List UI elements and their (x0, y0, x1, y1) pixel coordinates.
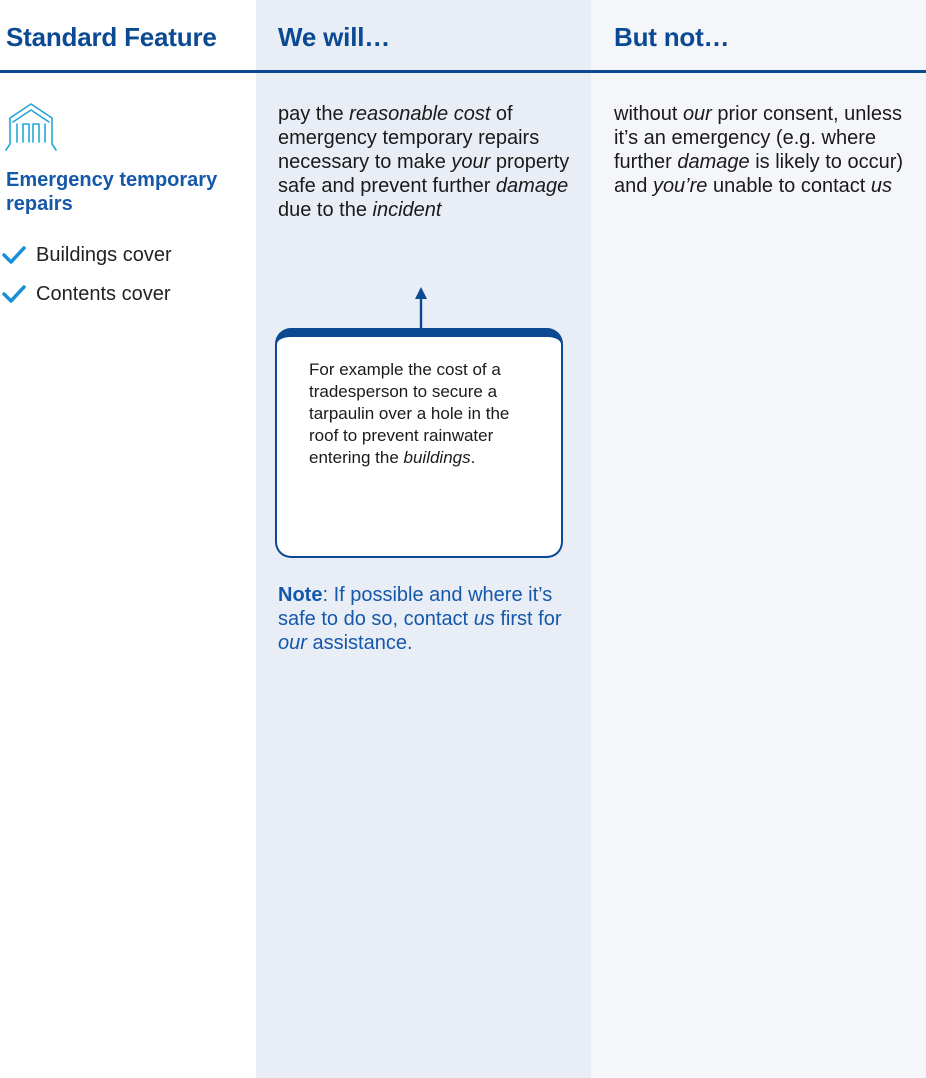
example-text: For example the cost of a tradesperson t… (309, 359, 539, 469)
check-icon (2, 246, 26, 264)
arrow-up-icon (415, 287, 427, 331)
emphasis-text: our (682, 103, 712, 125)
emphasis-text: buildings (403, 448, 471, 467)
note-label: Note (278, 584, 323, 606)
emphasis-text: you’re (652, 175, 708, 197)
text-segment: . (470, 448, 476, 467)
emphasis-text: incident (372, 199, 442, 221)
emphasis-text: us (870, 175, 892, 197)
we-will-text: pay the reasonable cost of emergency tem… (278, 102, 578, 222)
emphasis-text: damage (677, 151, 750, 173)
check-icon (2, 285, 26, 303)
header-standard-feature: Standard Feature (6, 22, 217, 52)
cover-label: Contents cover (36, 282, 171, 305)
header-divider (0, 70, 926, 73)
emphasis-text: our (278, 632, 307, 654)
header-but-not: But not… (614, 22, 730, 52)
emphasis-text: us (473, 608, 495, 630)
text-segment: first for (494, 608, 562, 630)
emphasis-text: damage (495, 175, 569, 197)
feature-title: Emergency temporary repairs (6, 169, 218, 215)
text-segment: unable to contact (707, 175, 871, 197)
house-outline-icon (5, 103, 57, 151)
cover-item-buildings: Buildings cover (0, 240, 172, 270)
emphasis-text: your (451, 151, 491, 173)
note-text: Note: If possible and where it’s safe to… (278, 583, 578, 655)
text-segment: due to the (278, 199, 373, 221)
text-segment: assistance. (306, 632, 413, 654)
text-segment: pay the (278, 103, 350, 125)
text-segment: without (614, 103, 683, 125)
cover-label: Buildings cover (36, 243, 172, 266)
emphasis-text: reasonable cost (349, 103, 491, 125)
example-callout: For example the cost of a tradesperson t… (275, 328, 563, 558)
header-we-will: We will… (278, 22, 391, 52)
but-not-text: without our prior consent, unless it’s a… (614, 102, 924, 198)
cover-item-contents: Contents cover (0, 279, 171, 309)
